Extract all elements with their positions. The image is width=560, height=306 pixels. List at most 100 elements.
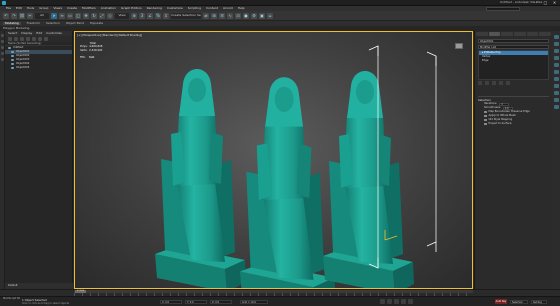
- modifier-list-dropdown[interactable]: Modifier List: [478, 45, 549, 49]
- named-selection-set-dropdown[interactable]: Create Selection Se: [171, 12, 201, 19]
- remove-modifier-icon[interactable]: [499, 81, 503, 85]
- menu-graph-editors[interactable]: Graph Editors: [121, 7, 142, 10]
- y-coordinate-field[interactable]: Y: 0.0: [185, 300, 207, 304]
- menu-edit[interactable]: Edit: [16, 7, 22, 10]
- visibility-icon[interactable]: [11, 66, 14, 70]
- set-key-button[interactable]: Set Key: [531, 300, 547, 304]
- explorer-tab-select[interactable]: Select: [8, 32, 17, 35]
- curve-editor-icon[interactable]: ∿: [227, 12, 233, 19]
- tool-icon[interactable]: [553, 35, 559, 39]
- x-coordinate-field[interactable]: X: 0.0: [160, 300, 182, 304]
- move-icon[interactable]: ✥: [83, 12, 89, 19]
- tool-icon[interactable]: [553, 42, 559, 46]
- selection-filter-dropdown[interactable]: All: [35, 12, 49, 19]
- search-icon[interactable]: [44, 37, 48, 41]
- make-unique-icon[interactable]: [492, 81, 496, 85]
- pin-stack-icon[interactable]: [478, 81, 482, 85]
- tool-icon[interactable]: [553, 98, 559, 102]
- maxscript-listener[interactable]: MAXScript Mi: [3, 297, 20, 301]
- motion-tab-icon[interactable]: [514, 32, 526, 36]
- modifier-stack-item[interactable]: Edge: [479, 59, 548, 63]
- ribbon-tab-populate[interactable]: Populate: [90, 22, 103, 25]
- tool-icon[interactable]: [553, 91, 559, 95]
- cameras-filter-icon[interactable]: [32, 37, 36, 41]
- checkbox[interactable]: [484, 110, 487, 114]
- statue-object-2[interactable]: [240, 77, 336, 289]
- redo-icon[interactable]: ↷: [11, 12, 17, 19]
- visibility-icon[interactable]: [11, 58, 14, 62]
- z-coordinate-field[interactable]: Z: 0.0: [210, 300, 232, 304]
- schematic-view-icon[interactable]: ⊡: [235, 12, 241, 19]
- undo-icon[interactable]: ↶: [3, 12, 9, 19]
- tool-icon[interactable]: [553, 70, 559, 74]
- filter-icon[interactable]: [8, 37, 12, 41]
- menu-file[interactable]: File: [6, 7, 11, 10]
- tool-icon[interactable]: [553, 56, 559, 60]
- checkbox[interactable]: [484, 122, 487, 126]
- utilities-tab-icon[interactable]: [539, 32, 552, 36]
- checkbox[interactable]: [484, 118, 487, 122]
- tool-icon[interactable]: [553, 63, 559, 67]
- mirror-icon[interactable]: ⇄: [203, 12, 209, 19]
- statue-object-1[interactable]: [155, 69, 246, 289]
- reference-coordinate-dropdown[interactable]: View: [115, 12, 129, 19]
- pivot-icon[interactable]: ⊕: [131, 12, 137, 19]
- select-by-name-icon[interactable]: ≡: [59, 12, 65, 19]
- checkbox[interactable]: [484, 114, 487, 118]
- shapes-filter-icon[interactable]: [20, 37, 24, 41]
- spinner-snap-icon[interactable]: ⇕: [163, 12, 169, 19]
- hierarchy-tab-icon[interactable]: [501, 32, 514, 36]
- menu-views[interactable]: Views: [53, 7, 62, 10]
- visibility-icon[interactable]: [11, 54, 14, 58]
- percent-snap-icon[interactable]: %: [155, 12, 161, 19]
- show-end-result-icon[interactable]: [485, 81, 489, 85]
- object-name-field[interactable]: Object001: [478, 39, 549, 43]
- key-filter-dropdown[interactable]: Selected: [510, 300, 528, 304]
- tool-icon[interactable]: [1, 46, 4, 49]
- scale-icon[interactable]: ⤢: [99, 12, 105, 19]
- angle-snap-icon[interactable]: ∠: [147, 12, 153, 19]
- lights-filter-icon[interactable]: [26, 37, 30, 41]
- go-to-start-icon[interactable]: [380, 299, 385, 304]
- menu-customize[interactable]: Customize: [167, 7, 183, 10]
- helpers-filter-icon[interactable]: [38, 37, 42, 41]
- rotate-icon[interactable]: ↻: [91, 12, 97, 19]
- tool-icon[interactable]: [553, 84, 559, 88]
- explorer-tab-edit[interactable]: Edit: [36, 32, 42, 35]
- menu-help[interactable]: Help: [238, 7, 245, 10]
- visibility-icon[interactable]: [11, 62, 14, 66]
- ribbon-tab-modeling[interactable]: Modeling: [3, 22, 21, 25]
- tool-icon[interactable]: [1, 34, 4, 37]
- go-to-end-icon[interactable]: [408, 299, 413, 304]
- explorer-tab-customize[interactable]: Customize: [46, 32, 62, 35]
- app-logo-icon[interactable]: [2, 1, 6, 5]
- tool-icon[interactable]: [553, 77, 559, 81]
- scene-geometry[interactable]: [75, 32, 473, 289]
- menu-rendering[interactable]: Rendering: [147, 7, 162, 10]
- select-object-icon[interactable]: ➤: [51, 12, 57, 19]
- render-setup-icon[interactable]: ⚙: [251, 12, 257, 19]
- align-icon[interactable]: ⊞: [211, 12, 217, 19]
- layer-explorer-icon[interactable]: ☰: [219, 12, 225, 19]
- rect-selection-icon[interactable]: ▭: [67, 12, 73, 19]
- placement-icon[interactable]: ◇: [107, 12, 113, 19]
- menu-animation[interactable]: Animation: [101, 7, 116, 10]
- param-project-to-surface[interactable]: Project to Surface: [478, 122, 549, 126]
- next-frame-icon[interactable]: [401, 299, 406, 304]
- create-tab-icon[interactable]: [476, 32, 488, 36]
- menu-modifiers[interactable]: Modifiers: [82, 7, 96, 10]
- ribbon-tab-object-paint[interactable]: Object Paint: [66, 22, 84, 25]
- tool-icon[interactable]: [553, 49, 559, 53]
- window-crossing-icon[interactable]: ◫: [75, 12, 81, 19]
- perspective-viewport[interactable]: [+] [Perspective] [Standard] [Default Sh…: [74, 31, 473, 289]
- snap-toggle-icon[interactable]: 3: [139, 12, 145, 19]
- previous-frame-icon[interactable]: [387, 299, 392, 304]
- visibility-icon[interactable]: [11, 50, 14, 54]
- menu-arnold[interactable]: Arnold: [223, 7, 233, 10]
- explorer-tab-display[interactable]: Display: [21, 32, 32, 35]
- display-tab-icon[interactable]: [526, 32, 539, 36]
- ribbon-tab-freeform[interactable]: Freeform: [27, 22, 40, 25]
- tool-icon[interactable]: [1, 52, 4, 55]
- tool-icon[interactable]: [1, 40, 4, 43]
- geometry-filter-icon[interactable]: [14, 37, 18, 41]
